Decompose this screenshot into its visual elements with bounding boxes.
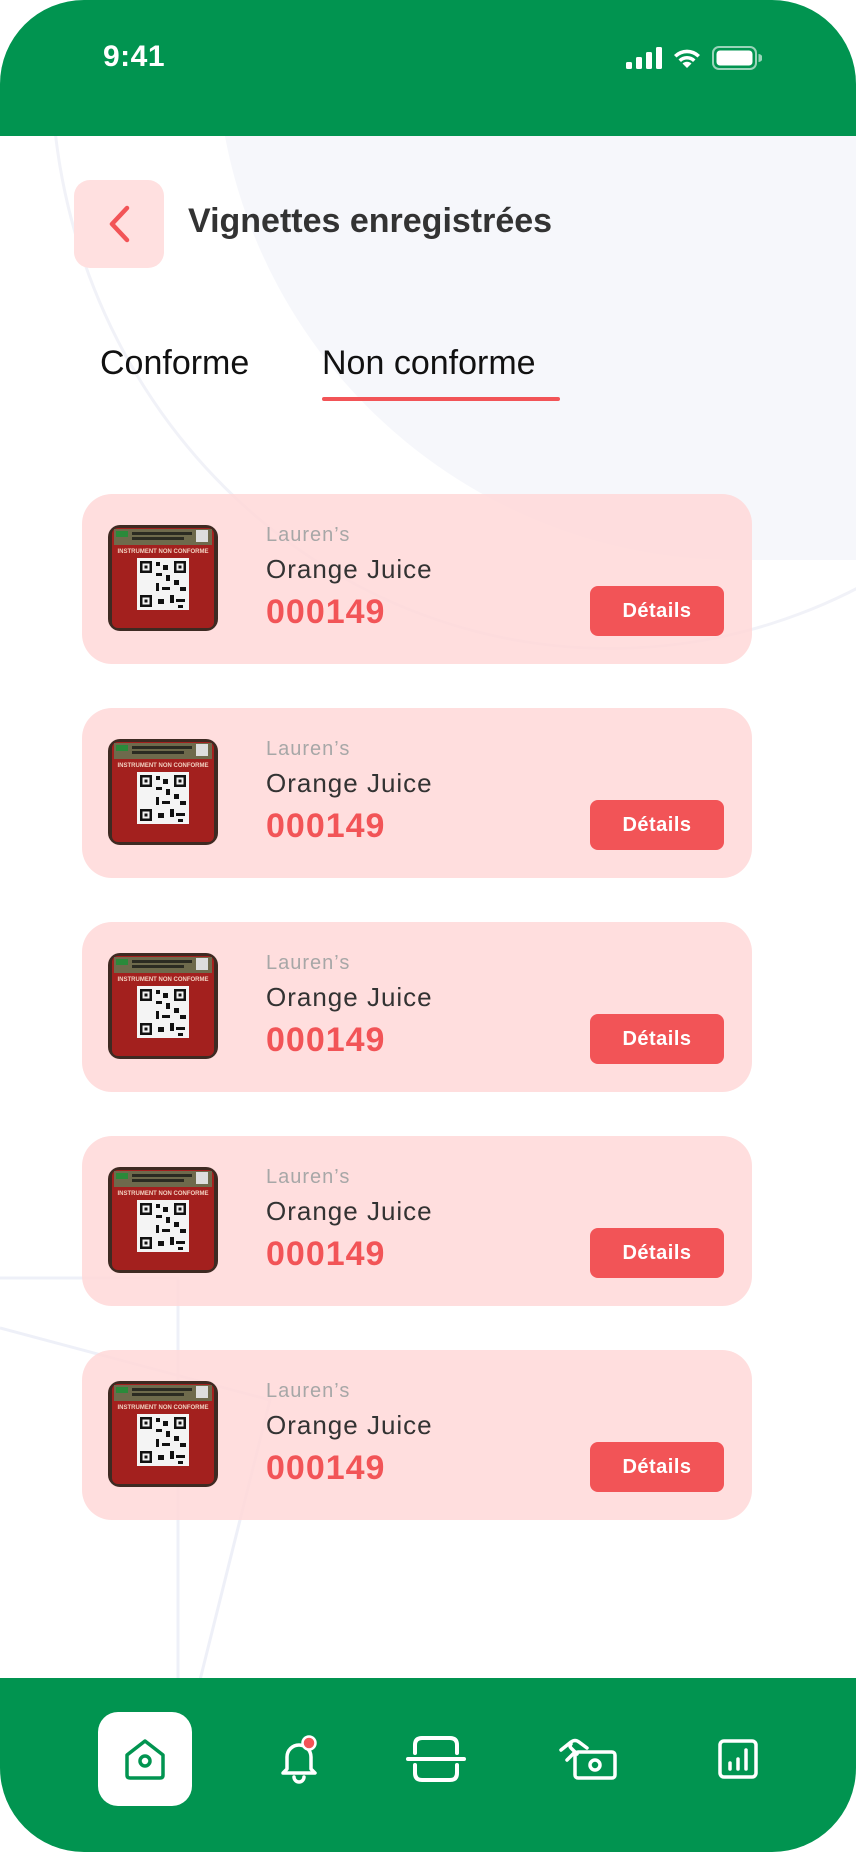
item-code: 000149 xyxy=(266,1021,386,1059)
page-title: Vignettes enregistrées xyxy=(188,202,553,240)
tab-non-conforme[interactable]: Non conforme xyxy=(322,344,536,383)
item-product: Orange Juice xyxy=(266,554,433,584)
details-button[interactable]: Détails xyxy=(590,1014,724,1064)
bell-icon xyxy=(281,1735,317,1784)
list-item[interactable]: INSTRUMENT NON CONFORME Lauren’s Orange … xyxy=(82,922,752,1092)
item-brand: Lauren’s xyxy=(266,524,351,546)
list-item[interactable]: INSTRUMENT NON CONFORME Lauren’s Orange … xyxy=(82,1136,752,1306)
nav-statistics[interactable] xyxy=(691,1712,785,1806)
vignette-label: INSTRUMENT NON CONFORME xyxy=(118,1405,209,1411)
app-screen: 9:41 Vignettes enregistrées Conforme Non… xyxy=(0,0,856,1852)
back-button[interactable] xyxy=(74,180,164,268)
vignette-label: INSTRUMENT NON CONFORME xyxy=(118,977,209,983)
status-time: 9:41 xyxy=(103,40,166,73)
nav-home[interactable] xyxy=(98,1712,192,1806)
wifi-icon xyxy=(674,49,700,68)
item-product: Orange Juice xyxy=(266,1410,433,1440)
details-button[interactable]: Détails xyxy=(590,1228,724,1278)
nav-payments[interactable] xyxy=(541,1712,635,1806)
list-item[interactable]: INSTRUMENT NON CONFORME Lauren’s Orange … xyxy=(82,708,752,878)
nav-notifications[interactable] xyxy=(252,1712,346,1806)
item-code: 000149 xyxy=(266,1449,386,1487)
vignette-thumbnail: INSTRUMENT NON CONFORME xyxy=(108,953,218,1059)
item-brand: Lauren’s xyxy=(266,738,351,760)
vignette-thumbnail: INSTRUMENT NON CONFORME xyxy=(108,739,218,845)
item-brand: Lauren’s xyxy=(266,1166,351,1188)
vignette-thumbnail: INSTRUMENT NON CONFORME xyxy=(108,525,218,631)
item-brand: Lauren’s xyxy=(266,1380,351,1402)
item-product: Orange Juice xyxy=(266,768,433,798)
item-code: 000149 xyxy=(266,593,386,631)
item-brand: Lauren’s xyxy=(266,952,351,974)
vignette-label: INSTRUMENT NON CONFORME xyxy=(118,763,209,769)
details-button[interactable]: Détails xyxy=(590,800,724,850)
notification-badge xyxy=(301,1735,317,1751)
bottom-nav xyxy=(0,1678,856,1852)
tab-conforme[interactable]: Conforme xyxy=(100,344,249,383)
vignette-label: INSTRUMENT NON CONFORME xyxy=(118,1191,209,1197)
vignette-thumbnail: INSTRUMENT NON CONFORME xyxy=(108,1167,218,1273)
item-code: 000149 xyxy=(266,1235,386,1273)
status-icons xyxy=(626,46,762,70)
scan-icon xyxy=(406,1736,466,1782)
item-product: Orange Juice xyxy=(266,1196,433,1226)
stats-icon xyxy=(718,1739,758,1779)
home-icon xyxy=(125,1739,165,1780)
vignette-label: INSTRUMENT NON CONFORME xyxy=(118,549,209,555)
battery-icon xyxy=(712,46,762,70)
item-code: 000149 xyxy=(266,807,386,845)
details-button[interactable]: Détails xyxy=(590,586,724,636)
status-bar: 9:41 xyxy=(0,0,856,136)
nav-scan[interactable] xyxy=(389,1712,483,1806)
signal-icon xyxy=(626,47,662,69)
chevron-left-icon xyxy=(109,205,130,243)
item-product: Orange Juice xyxy=(266,982,433,1012)
active-tab-indicator xyxy=(322,397,560,401)
payment-icon xyxy=(559,1738,617,1780)
list-item[interactable]: INSTRUMENT NON CONFORME Lauren’s Orange … xyxy=(82,1350,752,1520)
vignette-thumbnail: INSTRUMENT NON CONFORME xyxy=(108,1381,218,1487)
details-button[interactable]: Détails xyxy=(590,1442,724,1492)
list-item[interactable]: INSTRUMENT NON CONFORME Lauren’s Orange … xyxy=(82,494,752,664)
